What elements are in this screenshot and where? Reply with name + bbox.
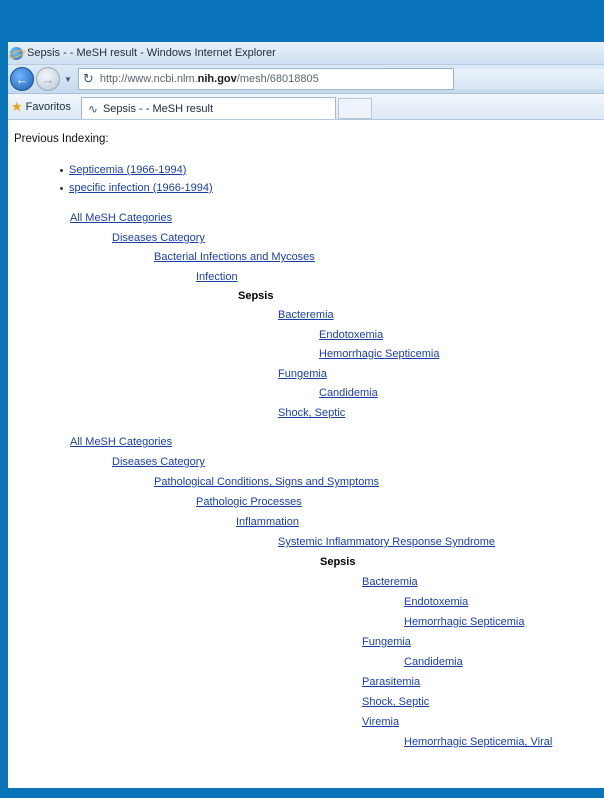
tree-node-link[interactable]: Candidemia xyxy=(404,656,463,668)
ie-logo-icon xyxy=(10,46,23,60)
tree-node-link[interactable]: Bacterial Infections and Mycoses xyxy=(154,251,315,263)
url-field[interactable]: ↻ http://www.ncbi.nlm.nih.gov/mesh/68018… xyxy=(77,68,454,90)
address-bar: ← → ▼ ↻ http://www.ncbi.nlm.nih.gov/mesh… xyxy=(8,65,604,94)
back-arrow-icon[interactable]: ← xyxy=(10,67,34,91)
tree-node-link[interactable]: Viremia xyxy=(362,716,399,728)
tree-node-link[interactable]: Parasitemia xyxy=(362,676,420,688)
favorites-button[interactable]: Favoritos xyxy=(26,101,71,113)
tab-label: Sepsis - - MeSH result xyxy=(102,102,213,115)
tree-node-link[interactable]: Bacteremia xyxy=(278,309,334,321)
tree-node-link[interactable]: Bacteremia xyxy=(362,576,418,588)
tree-node-link[interactable]: Hemorrhagic Septicemia xyxy=(319,348,439,360)
tree-node-link[interactable]: Fungemia xyxy=(362,636,411,648)
loading-icon: ∿ xyxy=(87,101,98,116)
tab-sepsis[interactable]: ∿ Sepsis - - MeSH result xyxy=(80,97,336,119)
tree-node-link[interactable]: Pathological Conditions, Signs and Sympt… xyxy=(154,476,379,488)
window-title: Sepsis - - MeSH result - Windows Interne… xyxy=(27,47,276,59)
previous-indexing-heading: Previous Indexing: xyxy=(14,133,109,145)
tree-node-link[interactable]: Fungemia xyxy=(278,368,327,380)
bullet-icon xyxy=(60,186,63,190)
list-item: Septicemia (1966-1994) xyxy=(60,164,186,176)
url-text[interactable]: http://www.ncbi.nlm.nih.gov/mesh/6801880… xyxy=(100,73,319,85)
favorites-tab-bar: ★ Favoritos ∿ Sepsis - - MeSH result xyxy=(8,94,604,120)
bottom-blue-band xyxy=(0,788,604,798)
browser-window: Sepsis - - MeSH result - Windows Interne… xyxy=(8,42,604,788)
search-area[interactable] xyxy=(454,69,604,89)
new-tab-button[interactable] xyxy=(337,97,372,119)
tree-node-link[interactable]: All MeSH Categories xyxy=(70,436,172,448)
current-term: Sepsis xyxy=(320,556,356,568)
tree-node-link[interactable]: Infection xyxy=(196,271,238,283)
tree-node-link[interactable]: Hemorrhagic Septicemia, Viral xyxy=(404,736,552,748)
current-term: Sepsis xyxy=(238,290,274,302)
tree-node-link[interactable]: Shock, Septic xyxy=(278,407,345,419)
tree-node-link[interactable]: Diseases Category xyxy=(112,232,205,244)
tree-node-link[interactable]: All MeSH Categories xyxy=(70,212,172,224)
tree-node-link[interactable]: Hemorrhagic Septicemia xyxy=(404,616,524,628)
tree-node-link[interactable]: Shock, Septic xyxy=(362,696,429,708)
tree-node-link[interactable]: Endotoxemia xyxy=(404,596,468,608)
tree-node-link[interactable]: Systemic Inflammatory Response Syndrome xyxy=(278,536,495,548)
tree-node-link[interactable]: Endotoxemia xyxy=(319,329,383,341)
favorites-star-icon[interactable]: ★ xyxy=(11,99,23,115)
title-bar: Sepsis - - MeSH result - Windows Interne… xyxy=(8,42,604,65)
tree-node-link[interactable]: Diseases Category xyxy=(112,456,205,468)
forward-arrow-icon[interactable]: → xyxy=(36,67,60,91)
top-blue-band xyxy=(0,0,604,42)
page-content: Previous Indexing: Septicemia (1966-1994… xyxy=(8,120,604,760)
bullet-icon xyxy=(60,168,63,172)
tree-node-link[interactable]: Pathologic Processes xyxy=(196,496,302,508)
previous-indexing-link[interactable]: specific infection (1966-1994) xyxy=(69,182,213,194)
page-refresh-icon: ↻ xyxy=(82,71,94,86)
previous-indexing-link[interactable]: Septicemia (1966-1994) xyxy=(69,164,186,176)
tree-node-link[interactable]: Inflammation xyxy=(236,516,299,528)
tree-node-link[interactable]: Candidemia xyxy=(319,387,378,399)
history-dropdown-icon[interactable]: ▼ xyxy=(64,75,72,84)
list-item: specific infection (1966-1994) xyxy=(60,182,213,194)
